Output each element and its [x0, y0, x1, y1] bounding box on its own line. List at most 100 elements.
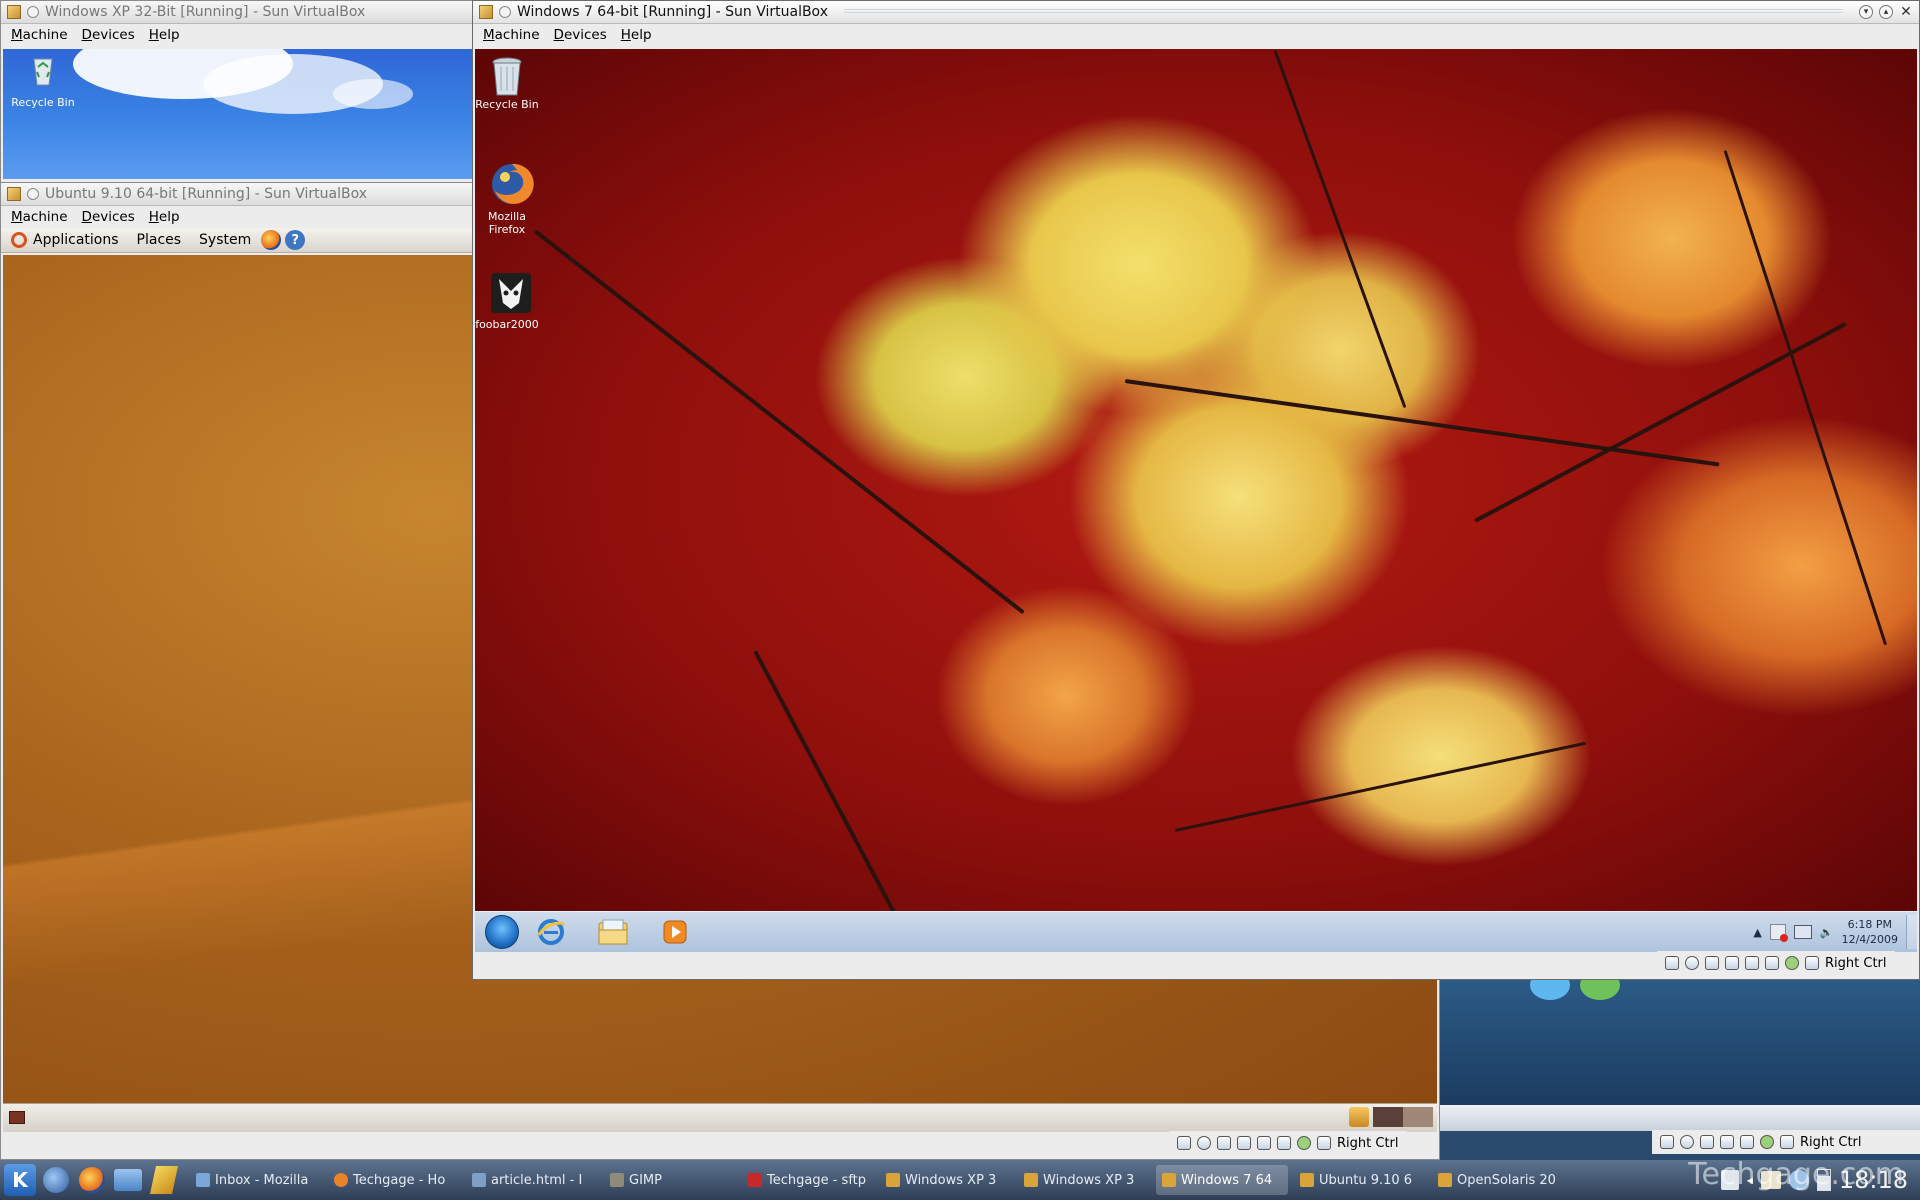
kde-task-firefox[interactable]: Techgage - Ho: [328, 1165, 460, 1195]
applications-label: Applications: [33, 232, 119, 248]
menu-devices[interactable]: Devices: [82, 27, 135, 43]
virtualbox-icon: [1300, 1173, 1314, 1187]
text-editor-launcher-icon[interactable]: [148, 1164, 180, 1196]
window-menu-icon[interactable]: [499, 6, 511, 18]
xp-menubar: Machine Devices Help: [1, 24, 477, 46]
menu-help[interactable]: Help: [621, 27, 652, 43]
volume-icon[interactable]: 🔈: [1820, 926, 1834, 939]
gnome-bottom-panel: [3, 1103, 1437, 1132]
foobar2000-icon: [489, 271, 531, 315]
close-button[interactable]: ✕: [1899, 4, 1913, 20]
kde-task-label: OpenSolaris 20: [1457, 1172, 1556, 1188]
mouse-integration-icon: [1785, 956, 1799, 970]
thunderbird-launcher-icon[interactable]: [40, 1164, 72, 1196]
sky-cloud: [333, 79, 413, 109]
menu-machine[interactable]: Machine: [11, 27, 68, 43]
kde-task-vbox-win7[interactable]: Windows 7 64: [1156, 1165, 1288, 1195]
win7-guest-screen[interactable]: Recycle Bin Mozilla Firefox foobar2000: [475, 49, 1917, 911]
windows-explorer-pinned-icon[interactable]: [593, 915, 633, 949]
hard-disk-icon: [1665, 956, 1679, 970]
help-icon[interactable]: ?: [285, 230, 306, 250]
gnome-places-menu[interactable]: Places: [137, 232, 182, 248]
menu-machine[interactable]: Machine: [11, 209, 68, 225]
windows-start-button[interactable]: [485, 915, 519, 949]
shared-folders-icon: [1257, 1136, 1271, 1150]
media-player-pinned-icon[interactable]: [655, 915, 695, 949]
mouse-integration-icon: [1297, 1136, 1311, 1150]
kde-kickoff-icon[interactable]: K: [4, 1164, 36, 1196]
menu-machine[interactable]: Machine: [483, 27, 540, 43]
minimize-button[interactable]: ▾: [1859, 5, 1873, 19]
recycle-bin-icon: [489, 55, 525, 96]
win7-titlebar[interactable]: Windows 7 64-bit [Running] - Sun Virtual…: [473, 1, 1919, 24]
host-key-label: Right Ctrl: [1337, 1135, 1399, 1151]
window-menu-icon[interactable]: [27, 188, 39, 200]
shared-folders-icon: [1745, 956, 1759, 970]
cd-rom-icon: [1680, 1135, 1694, 1149]
network-tray-icon[interactable]: [1793, 925, 1812, 939]
kde-task-vbox-xp-2[interactable]: Windows XP 3: [1018, 1165, 1150, 1195]
titlebar-grip: [843, 9, 1843, 15]
kde-task-gimp[interactable]: GIMP: [604, 1165, 736, 1195]
win7-desktop-icon-recycle-bin[interactable]: Recycle Bin: [475, 55, 545, 111]
show-desktop-icon[interactable]: [9, 1111, 25, 1124]
win7-virtualbox-window: Windows 7 64-bit [Running] - Sun Virtual…: [472, 0, 1920, 980]
network-icon: [1700, 1135, 1714, 1149]
firefox-icon: [489, 161, 534, 207]
wallpaper-branch: [533, 229, 1025, 615]
maximize-button[interactable]: ▴: [1879, 5, 1893, 19]
kde-task-filezilla[interactable]: Techgage - sftp: [742, 1165, 874, 1195]
win7-desktop-icon-firefox[interactable]: Mozilla Firefox: [475, 161, 545, 236]
kde-task-thunderbird[interactable]: Inbox - Mozilla: [190, 1165, 322, 1195]
vrdp-icon: [1277, 1136, 1291, 1150]
xp-window-title: Windows XP 32-Bit [Running] - Sun Virtua…: [45, 4, 366, 20]
xp-virtualbox-window: Windows XP 32-Bit [Running] - Sun Virtua…: [0, 0, 478, 186]
win7-clock[interactable]: 6:18 PM 12/4/2009: [1842, 917, 1898, 947]
virtualbox-icon: [1438, 1173, 1452, 1187]
wallpaper-branch: [1273, 49, 1407, 409]
desktop-icon-label: foobar2000: [475, 318, 539, 331]
desktop-icon-label: Mozilla Firefox: [488, 210, 526, 236]
file-manager-launcher-icon[interactable]: [112, 1164, 144, 1196]
virtualbox-icon: [1024, 1173, 1038, 1187]
ubuntu-logo-icon: [11, 232, 27, 248]
thunderbird-icon: [196, 1173, 210, 1187]
usb-icon: [1720, 1135, 1734, 1149]
menu-devices[interactable]: Devices: [554, 27, 607, 43]
menu-devices[interactable]: Devices: [82, 209, 135, 225]
opensolaris-guest-screen[interactable]: [1440, 970, 1920, 1131]
wallpaper-branch: [1124, 379, 1720, 467]
workspace-switcher[interactable]: [1373, 1107, 1433, 1127]
kde-task-label: Techgage - Ho: [353, 1172, 446, 1188]
gnome-applications-menu[interactable]: Applications: [11, 232, 119, 248]
show-desktop-button[interactable]: [1906, 915, 1917, 949]
trash-applet-icon[interactable]: [1349, 1107, 1369, 1127]
xp-titlebar[interactable]: Windows XP 32-Bit [Running] - Sun Virtua…: [1, 1, 477, 24]
virtualbox-icon: [7, 187, 21, 201]
host-key-icon: [1780, 1135, 1794, 1149]
show-hidden-icons-icon[interactable]: ▲: [1753, 926, 1761, 939]
kde-task-label: Inbox - Mozilla: [215, 1172, 309, 1188]
wallpaper-branch: [1723, 150, 1888, 646]
xp-guest-screen[interactable]: Recycle Bin: [3, 49, 477, 179]
kde-task-vbox-xp-1[interactable]: Windows XP 3: [880, 1165, 1012, 1195]
kde-task-editor[interactable]: article.html - I: [466, 1165, 598, 1195]
action-center-icon[interactable]: [1769, 924, 1788, 942]
kde-task-label: Ubuntu 9.10 6: [1319, 1172, 1413, 1188]
desktop-icon-label: Recycle Bin: [11, 96, 75, 109]
xp-desktop-icon-recycle-bin[interactable]: Recycle Bin: [5, 53, 81, 109]
kde-task-vbox-opensolaris[interactable]: OpenSolaris 20: [1432, 1165, 1564, 1195]
recycle-bin-icon: [25, 53, 61, 93]
win7-desktop-icon-foobar2000[interactable]: foobar2000: [475, 271, 545, 331]
host-key-label: Right Ctrl: [1800, 1134, 1862, 1150]
hard-disk-icon: [1660, 1135, 1674, 1149]
firefox-launcher-icon[interactable]: [261, 230, 282, 250]
gnome-system-menu[interactable]: System: [199, 232, 251, 248]
internet-explorer-pinned-icon[interactable]: [531, 915, 571, 949]
menu-help[interactable]: Help: [149, 209, 180, 225]
kde-task-vbox-ubuntu[interactable]: Ubuntu 9.10 6: [1294, 1165, 1426, 1195]
window-menu-icon[interactable]: [27, 6, 39, 18]
firefox-launcher-icon[interactable]: [76, 1164, 108, 1196]
menu-help[interactable]: Help: [149, 27, 180, 43]
gimp-icon: [610, 1173, 624, 1187]
